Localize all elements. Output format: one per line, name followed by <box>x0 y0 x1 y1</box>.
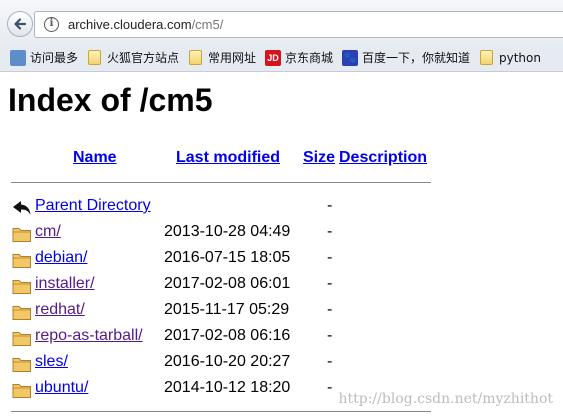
footer-divider <box>11 411 431 412</box>
address-bar[interactable]: i archive.cloudera.com/cm5/ <box>34 11 563 38</box>
entry-size: - <box>327 249 333 266</box>
folder-icon <box>12 306 31 320</box>
entry-date: 2017-02-08 06:01 <box>164 275 291 292</box>
entry-link[interactable]: repo-as-tarball/ <box>35 327 143 345</box>
back-button[interactable] <box>7 11 33 37</box>
baidu-paw-icon: 🐾 <box>342 50 358 66</box>
bookmark-label: python <box>499 51 541 65</box>
table-row: cm/2013-10-28 04:49 - <box>0 222 560 246</box>
table-row: debian/2016-07-15 18:05 - <box>0 248 560 272</box>
column-header-size[interactable]: Size <box>303 149 335 167</box>
entry-size: - <box>327 353 333 370</box>
column-header-last-modified[interactable]: Last modified <box>176 149 280 167</box>
jd-icon: JD <box>265 50 281 66</box>
column-header-name[interactable]: Name <box>73 149 117 167</box>
bookmarks-toolbar: 访问最多 火狐官方站点 常用网址 JD 京东商城 🐾 百度一下，你就知道 pyt… <box>0 44 563 72</box>
bookmark-label: 百度一下，你就知道 <box>362 51 471 65</box>
entry-size: - <box>327 275 333 292</box>
back-arrow-icon <box>14 18 27 30</box>
entry-link[interactable]: ubuntu/ <box>35 379 88 397</box>
entry-date: 2014-10-12 18:20 <box>164 379 291 396</box>
bookmark-label: 京东商城 <box>285 51 334 65</box>
folder-icon <box>12 384 31 398</box>
bookmark-label: 常用网址 <box>208 51 257 65</box>
entry-link[interactable]: sles/ <box>35 353 68 371</box>
folder-icon <box>12 332 31 346</box>
entry-link[interactable]: cm/ <box>35 223 61 241</box>
folder-icon <box>88 50 101 65</box>
entry-date: 2016-07-15 18:05 <box>164 249 291 266</box>
entry-size: - <box>327 327 333 344</box>
table-row: Parent Directory - <box>0 196 560 220</box>
url-path: /cm5/ <box>191 17 224 32</box>
entry-date: 2013-10-28 04:49 <box>164 223 291 240</box>
table-row: installer/2017-02-08 06:01 - <box>0 274 560 298</box>
entry-size: - <box>327 197 333 214</box>
url-text[interactable]: archive.cloudera.com/cm5/ <box>68 17 223 32</box>
bookmark-icon <box>10 50 26 66</box>
folder-icon <box>12 254 31 268</box>
header-divider <box>11 182 431 183</box>
entry-date: 2017-02-08 06:16 <box>164 327 291 344</box>
table-row: repo-as-tarball/2017-02-08 06:16 - <box>0 326 560 350</box>
bookmark-label: 火狐官方站点 <box>107 51 180 65</box>
site-info-icon[interactable]: i <box>44 17 59 32</box>
folder-icon <box>189 50 202 65</box>
entry-date: 2016-10-20 20:27 <box>164 353 291 370</box>
folder-icon <box>12 358 31 372</box>
back-arrow-icon <box>13 201 31 215</box>
entry-size: - <box>327 301 333 318</box>
entry-size: - <box>327 379 333 396</box>
table-row: redhat/2015-11-17 05:29 - <box>0 300 560 324</box>
table-row: sles/2016-10-20 20:27 - <box>0 352 560 376</box>
entry-link[interactable]: redhat/ <box>35 301 85 319</box>
url-host: archive.cloudera.com <box>68 17 192 32</box>
entry-link[interactable]: debian/ <box>35 249 88 267</box>
bookmark-label: 访问最多 <box>30 51 79 65</box>
page-title: Index of /cm5 <box>8 82 213 118</box>
entry-link[interactable]: installer/ <box>35 275 95 293</box>
entry-size: - <box>327 223 333 240</box>
column-header-description[interactable]: Description <box>339 149 427 167</box>
folder-icon <box>12 228 31 242</box>
entry-date: 2015-11-17 05:29 <box>164 301 290 318</box>
watermark: http://blog.csdn.net/myzhithot <box>338 391 553 407</box>
entry-link[interactable]: Parent Directory <box>35 197 151 215</box>
browser-navbar: i archive.cloudera.com/cm5/ <box>0 0 563 44</box>
folder-icon <box>12 280 31 294</box>
folder-icon <box>480 50 493 65</box>
